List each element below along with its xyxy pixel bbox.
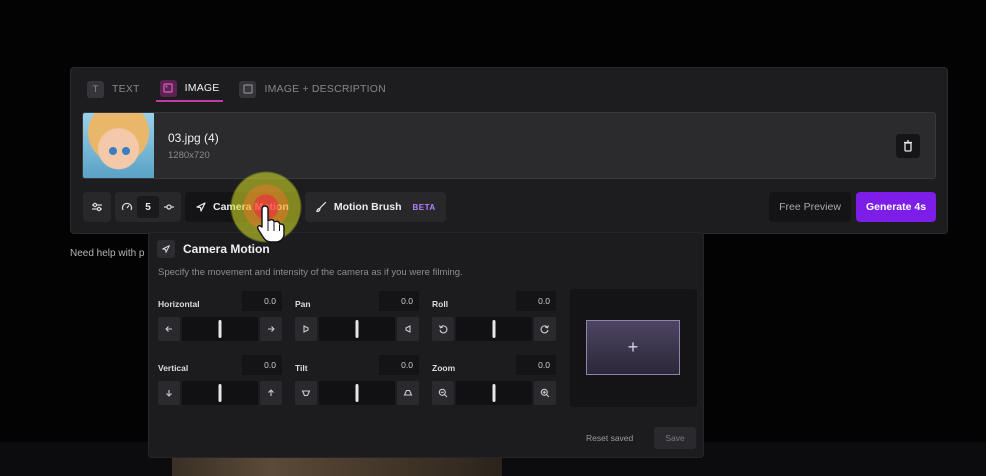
arrow-down-icon bbox=[166, 390, 172, 397]
arrow-up-icon bbox=[268, 389, 274, 396]
duration-control[interactable]: 5 bbox=[115, 192, 181, 222]
pan-left-button[interactable] bbox=[295, 317, 317, 341]
delete-file-button[interactable] bbox=[896, 134, 920, 158]
arrow-left-icon bbox=[165, 326, 172, 332]
zoom-in-button[interactable] bbox=[534, 381, 556, 405]
camera-preview: + bbox=[570, 289, 697, 407]
tilt-down-icon bbox=[301, 390, 311, 397]
camera-preview-frame: + bbox=[586, 320, 680, 375]
tilt-up-button[interactable] bbox=[397, 381, 419, 405]
pan-left-icon bbox=[303, 325, 309, 333]
brush-icon bbox=[316, 201, 326, 213]
horizontal-value[interactable]: 0.0 bbox=[242, 291, 282, 311]
plus-icon: + bbox=[627, 337, 639, 357]
roll-right-button[interactable] bbox=[534, 317, 556, 341]
pan-label: Pan bbox=[295, 299, 311, 309]
horizontal-right-button[interactable] bbox=[260, 317, 282, 341]
vertical-slider-thumb[interactable] bbox=[218, 384, 222, 402]
tab-image-description-label: IMAGE + DESCRIPTION bbox=[264, 83, 386, 95]
text-icon: T bbox=[87, 80, 104, 98]
horizontal-control: Horizontal 0.0 bbox=[158, 291, 282, 345]
zoom-label: Zoom bbox=[432, 363, 456, 373]
motion-brush-label: Motion Brush bbox=[333, 201, 402, 213]
vertical-value[interactable]: 0.0 bbox=[242, 355, 282, 375]
tab-text[interactable]: T TEXT bbox=[83, 76, 144, 102]
rotate-ccw-icon bbox=[438, 325, 448, 334]
generation-panel: T TEXT IMAGE IMAGE + DESCRIPTION 03.jpg … bbox=[70, 67, 948, 234]
duration-value[interactable]: 5 bbox=[137, 196, 159, 218]
tilt-control: Tilt 0.0 bbox=[295, 355, 419, 409]
trash-icon bbox=[904, 140, 912, 152]
zoom-in-icon bbox=[540, 388, 550, 398]
file-resolution: 1280x720 bbox=[168, 150, 210, 161]
zoom-control: Zoom 0.0 bbox=[432, 355, 556, 409]
roll-control: Roll 0.0 bbox=[432, 291, 556, 345]
pan-right-icon bbox=[405, 325, 411, 333]
reset-saved-button[interactable]: Reset saved bbox=[586, 433, 633, 443]
help-text[interactable]: Need help with p bbox=[70, 248, 145, 259]
thumbnail-eye-right bbox=[122, 147, 130, 155]
roll-label: Roll bbox=[432, 299, 449, 309]
image-icon bbox=[159, 79, 177, 97]
camera-motion-panel: Camera Motion Specify the movement and i… bbox=[148, 232, 704, 458]
camera-motion-icon bbox=[196, 202, 206, 212]
speed-gauge-icon bbox=[121, 202, 133, 211]
tab-image[interactable]: IMAGE bbox=[155, 76, 224, 102]
tab-image-description[interactable]: IMAGE + DESCRIPTION bbox=[235, 76, 389, 102]
thumbnail-eye-left bbox=[109, 147, 117, 155]
tilt-slider[interactable] bbox=[319, 381, 395, 405]
save-button[interactable]: Save bbox=[654, 427, 696, 449]
pan-slider[interactable] bbox=[319, 317, 395, 341]
vertical-slider[interactable] bbox=[182, 381, 258, 405]
tilt-down-button[interactable] bbox=[295, 381, 317, 405]
camera-motion-title: Camera Motion bbox=[183, 242, 270, 256]
zoom-out-icon bbox=[438, 388, 448, 398]
tab-text-label: TEXT bbox=[112, 83, 140, 95]
tilt-label: Tilt bbox=[295, 363, 308, 373]
hand-cursor-icon bbox=[256, 205, 285, 243]
camera-motion-description: Specify the movement and intensity of th… bbox=[158, 267, 463, 278]
zoom-slider-thumb[interactable] bbox=[492, 384, 496, 402]
settings-button[interactable] bbox=[83, 192, 111, 222]
tilt-up-icon bbox=[403, 389, 413, 396]
vertical-up-button[interactable] bbox=[260, 381, 282, 405]
rotate-cw-icon bbox=[540, 325, 550, 334]
roll-value[interactable]: 0.0 bbox=[516, 291, 556, 311]
motion-brush-button[interactable]: Motion Brush BETA bbox=[304, 192, 446, 222]
sliders-icon bbox=[92, 202, 102, 212]
camera-motion-header: Camera Motion bbox=[157, 240, 270, 258]
uploaded-file: 03.jpg (4) 1280x720 bbox=[82, 112, 936, 179]
tilt-value[interactable]: 0.0 bbox=[379, 355, 419, 375]
pan-right-button[interactable] bbox=[397, 317, 419, 341]
vertical-down-button[interactable] bbox=[158, 381, 180, 405]
tilt-slider-thumb[interactable] bbox=[355, 384, 359, 402]
pan-control: Pan 0.0 bbox=[295, 291, 419, 345]
pan-slider-thumb[interactable] bbox=[355, 320, 359, 338]
duration-adjust-icon bbox=[164, 204, 174, 210]
file-thumbnail bbox=[83, 113, 154, 178]
vertical-label: Vertical bbox=[158, 363, 189, 373]
free-preview-button[interactable]: Free Preview bbox=[769, 192, 851, 222]
roll-slider[interactable] bbox=[456, 317, 532, 341]
file-name: 03.jpg (4) bbox=[168, 131, 219, 145]
horizontal-label: Horizontal bbox=[158, 299, 200, 309]
generate-button[interactable]: Generate 4s bbox=[856, 192, 936, 222]
horizontal-slider-thumb[interactable] bbox=[218, 320, 222, 338]
zoom-value[interactable]: 0.0 bbox=[516, 355, 556, 375]
zoom-slider[interactable] bbox=[456, 381, 532, 405]
vertical-control: Vertical 0.0 bbox=[158, 355, 282, 409]
pan-value[interactable]: 0.0 bbox=[379, 291, 419, 311]
image-description-icon bbox=[239, 80, 257, 98]
roll-slider-thumb[interactable] bbox=[492, 320, 496, 338]
beta-badge: BETA bbox=[412, 202, 436, 212]
horizontal-left-button[interactable] bbox=[158, 317, 180, 341]
roll-left-button[interactable] bbox=[432, 317, 454, 341]
mode-tabs: T TEXT IMAGE IMAGE + DESCRIPTION bbox=[83, 76, 390, 102]
camera-motion-header-icon bbox=[157, 240, 175, 258]
zoom-out-button[interactable] bbox=[432, 381, 454, 405]
horizontal-slider[interactable] bbox=[182, 317, 258, 341]
tab-image-label: IMAGE bbox=[184, 82, 220, 94]
arrow-right-icon bbox=[268, 326, 275, 332]
